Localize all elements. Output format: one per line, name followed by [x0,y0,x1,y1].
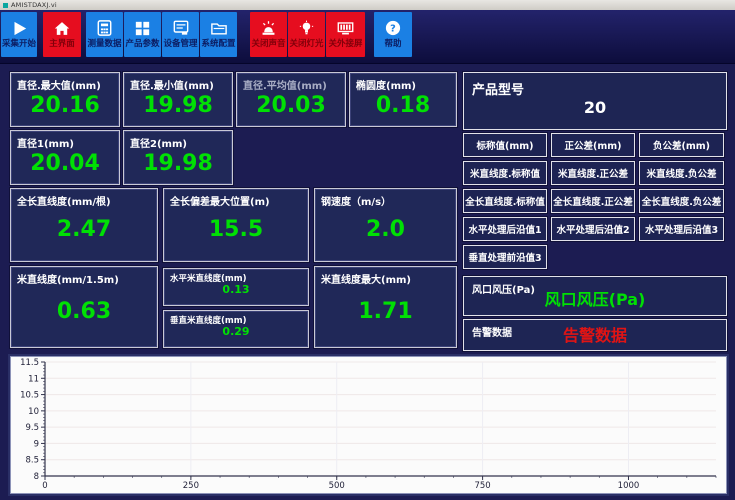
calculator-icon [97,20,112,36]
metric-value: 19.98 [124,92,232,120]
metric-meter-straightness-max: 米直线度最大(mm) 1.71 [314,266,457,348]
folder-icon [211,21,227,36]
svg-text:9: 9 [34,439,39,449]
measure-data-button[interactable]: 测量数据 [86,12,123,57]
metric-value: 1.71 [315,298,456,326]
param-button-meter-nominal[interactable]: 米直线度.标称值 [463,161,547,185]
metric-value: 20.04 [11,150,119,178]
metric-diameter-max: 直径.最大值(mm) 20.16 [10,72,120,127]
param-button-v-leading-3[interactable]: 垂直处理前沿值3 [463,245,547,269]
product-model-box: 产品型号 20 [463,72,727,130]
svg-text:1000: 1000 [618,481,640,491]
device-icon [173,20,189,36]
metric-value: 20.03 [237,92,345,120]
svg-text:10.5: 10.5 [20,391,39,401]
app-icon [3,3,8,8]
trend-chart-svg-host: 8 8.5 9 9.5 10 10.5 11 11.5 0 250 500 750 1000 [11,357,726,493]
product-model-value: 20 [464,98,726,117]
app-window: { "window": { "title": "AMISTDAXJ.vi" },… [0,0,735,500]
param-button-meter-plus[interactable]: 米直线度.正公差 [551,161,635,185]
svg-text:11: 11 [28,374,39,384]
metric-value: 20.16 [11,92,119,120]
metric-full-length-straightness: 全长直线度(mm/根) 2.47 [10,188,158,262]
play-icon [11,21,28,36]
alarm-data-value: 告警数据 [464,322,726,346]
param-button-full-nominal[interactable]: 全长直线度.标称值 [463,189,547,213]
metric-label: 米直线度最大(mm) [315,267,456,286]
svg-text:9.5: 9.5 [25,423,39,433]
metric-label: 垂直米直线度(mm) [164,311,308,326]
lights-off-button[interactable]: 关闭灯光 [288,12,325,57]
metric-max-deviation-position: 全长偏差最大位置(m) 15.5 [163,188,309,262]
main-screen-button[interactable]: 主界面 [43,12,81,57]
screen-icon [337,21,354,36]
device-manage-button[interactable]: 设备管理 [162,12,199,57]
param-button-plus-tolerance[interactable]: 正公差(mm) [551,133,635,157]
svg-text:8.5: 8.5 [25,456,39,466]
wind-pressure-value: 风口风压(Pa) [464,286,726,310]
siren-icon [260,20,277,36]
metric-v-meter-straightness: 垂直米直线度(mm) 0.29 [163,310,309,348]
param-button-h-trailing-2[interactable]: 水平处理后沿值2 [551,217,635,241]
metric-diameter1: 直径1(mm) 20.04 [10,130,120,185]
alarm-data-box: 告警数据 告警数据 [463,319,727,351]
bulb-icon [299,20,314,36]
metric-value: 0.13 [164,284,308,296]
metric-ovality: 椭圆度(mm) 0.18 [349,72,457,127]
metric-value: 2.47 [11,216,157,244]
metric-label: 直径.最小值(mm) [124,73,232,92]
metric-meter-straightness: 米直线度(mm/1.5m) 0.63 [10,266,158,348]
metric-value: 0.29 [164,326,308,338]
start-acquisition-button[interactable]: 采集开始 [1,12,37,57]
svg-text:?: ? [390,24,396,35]
window-titlebar: AMISTDAXJ.vi [0,0,735,10]
metric-label: 全长偏差最大位置(m) [164,189,308,208]
svg-text:8: 8 [34,472,39,482]
metric-label: 直径1(mm) [11,131,119,150]
metric-label: 直径2(mm) [124,131,232,150]
param-button-full-plus[interactable]: 全长直线度.正公差 [551,189,635,213]
external-screen-off-button[interactable]: 关外接屏 [326,12,365,57]
metric-diameter-min: 直径.最小值(mm) 19.98 [123,72,233,127]
metric-label: 直径.最大值(mm) [11,73,119,92]
metric-diameter-avg: 直径.平均值(mm) 20.03 [236,72,346,127]
svg-text:0: 0 [42,481,47,491]
metric-diameter2: 直径2(mm) 19.98 [123,130,233,185]
svg-text:250: 250 [183,481,199,491]
metric-label: 米直线度(mm/1.5m) [11,267,157,286]
grid-icon [135,21,150,36]
svg-text:11.5: 11.5 [20,358,39,368]
svg-text:10: 10 [28,407,39,417]
param-button-meter-minus[interactable]: 米直线度.负公差 [639,161,724,185]
help-button[interactable]: ? 帮助 [374,12,412,57]
metric-h-meter-straightness: 水平米直线度(mm) 0.13 [163,268,309,306]
home-icon [54,21,70,36]
metric-label: 椭圆度(mm) [350,73,456,92]
window-title: AMISTDAXJ.vi [11,1,57,9]
metric-steel-speed: 钢速度（m/s） 2.0 [314,188,457,262]
param-button-full-minus[interactable]: 全长直线度.负公差 [639,189,724,213]
metric-label: 直径.平均值(mm) [237,73,345,92]
system-config-button[interactable]: 系统配置 [200,12,237,57]
metric-label: 钢速度（m/s） [315,189,456,208]
help-icon: ? [385,20,401,36]
metric-value: 19.98 [124,150,232,178]
metric-value: 0.63 [11,298,157,326]
metric-label: 水平米直线度(mm) [164,269,308,284]
param-button-h-trailing-3[interactable]: 水平处理后沿值3 [639,217,724,241]
svg-text:500: 500 [329,481,345,491]
metric-value: 15.5 [164,216,308,244]
product-model-label: 产品型号 [464,73,726,98]
param-button-nominal[interactable]: 标称值(mm) [463,133,547,157]
param-button-minus-tolerance[interactable]: 负公差(mm) [639,133,724,157]
metric-value: 2.0 [315,216,456,244]
param-button-h-trailing-1[interactable]: 水平处理后沿值1 [463,217,547,241]
metric-label: 全长直线度(mm/根) [11,189,157,208]
trend-chart: 8 8.5 9 9.5 10 10.5 11 11.5 0 250 500 750 1000 [10,356,727,494]
svg-text:750: 750 [474,481,490,491]
product-params-button[interactable]: 产品参数 [124,12,161,57]
mute-sound-button[interactable]: 关闭声音 [250,12,287,57]
metric-value: 0.18 [350,92,456,120]
wind-pressure-box: 风口风压(Pa) 风口风压(Pa) [463,276,727,316]
